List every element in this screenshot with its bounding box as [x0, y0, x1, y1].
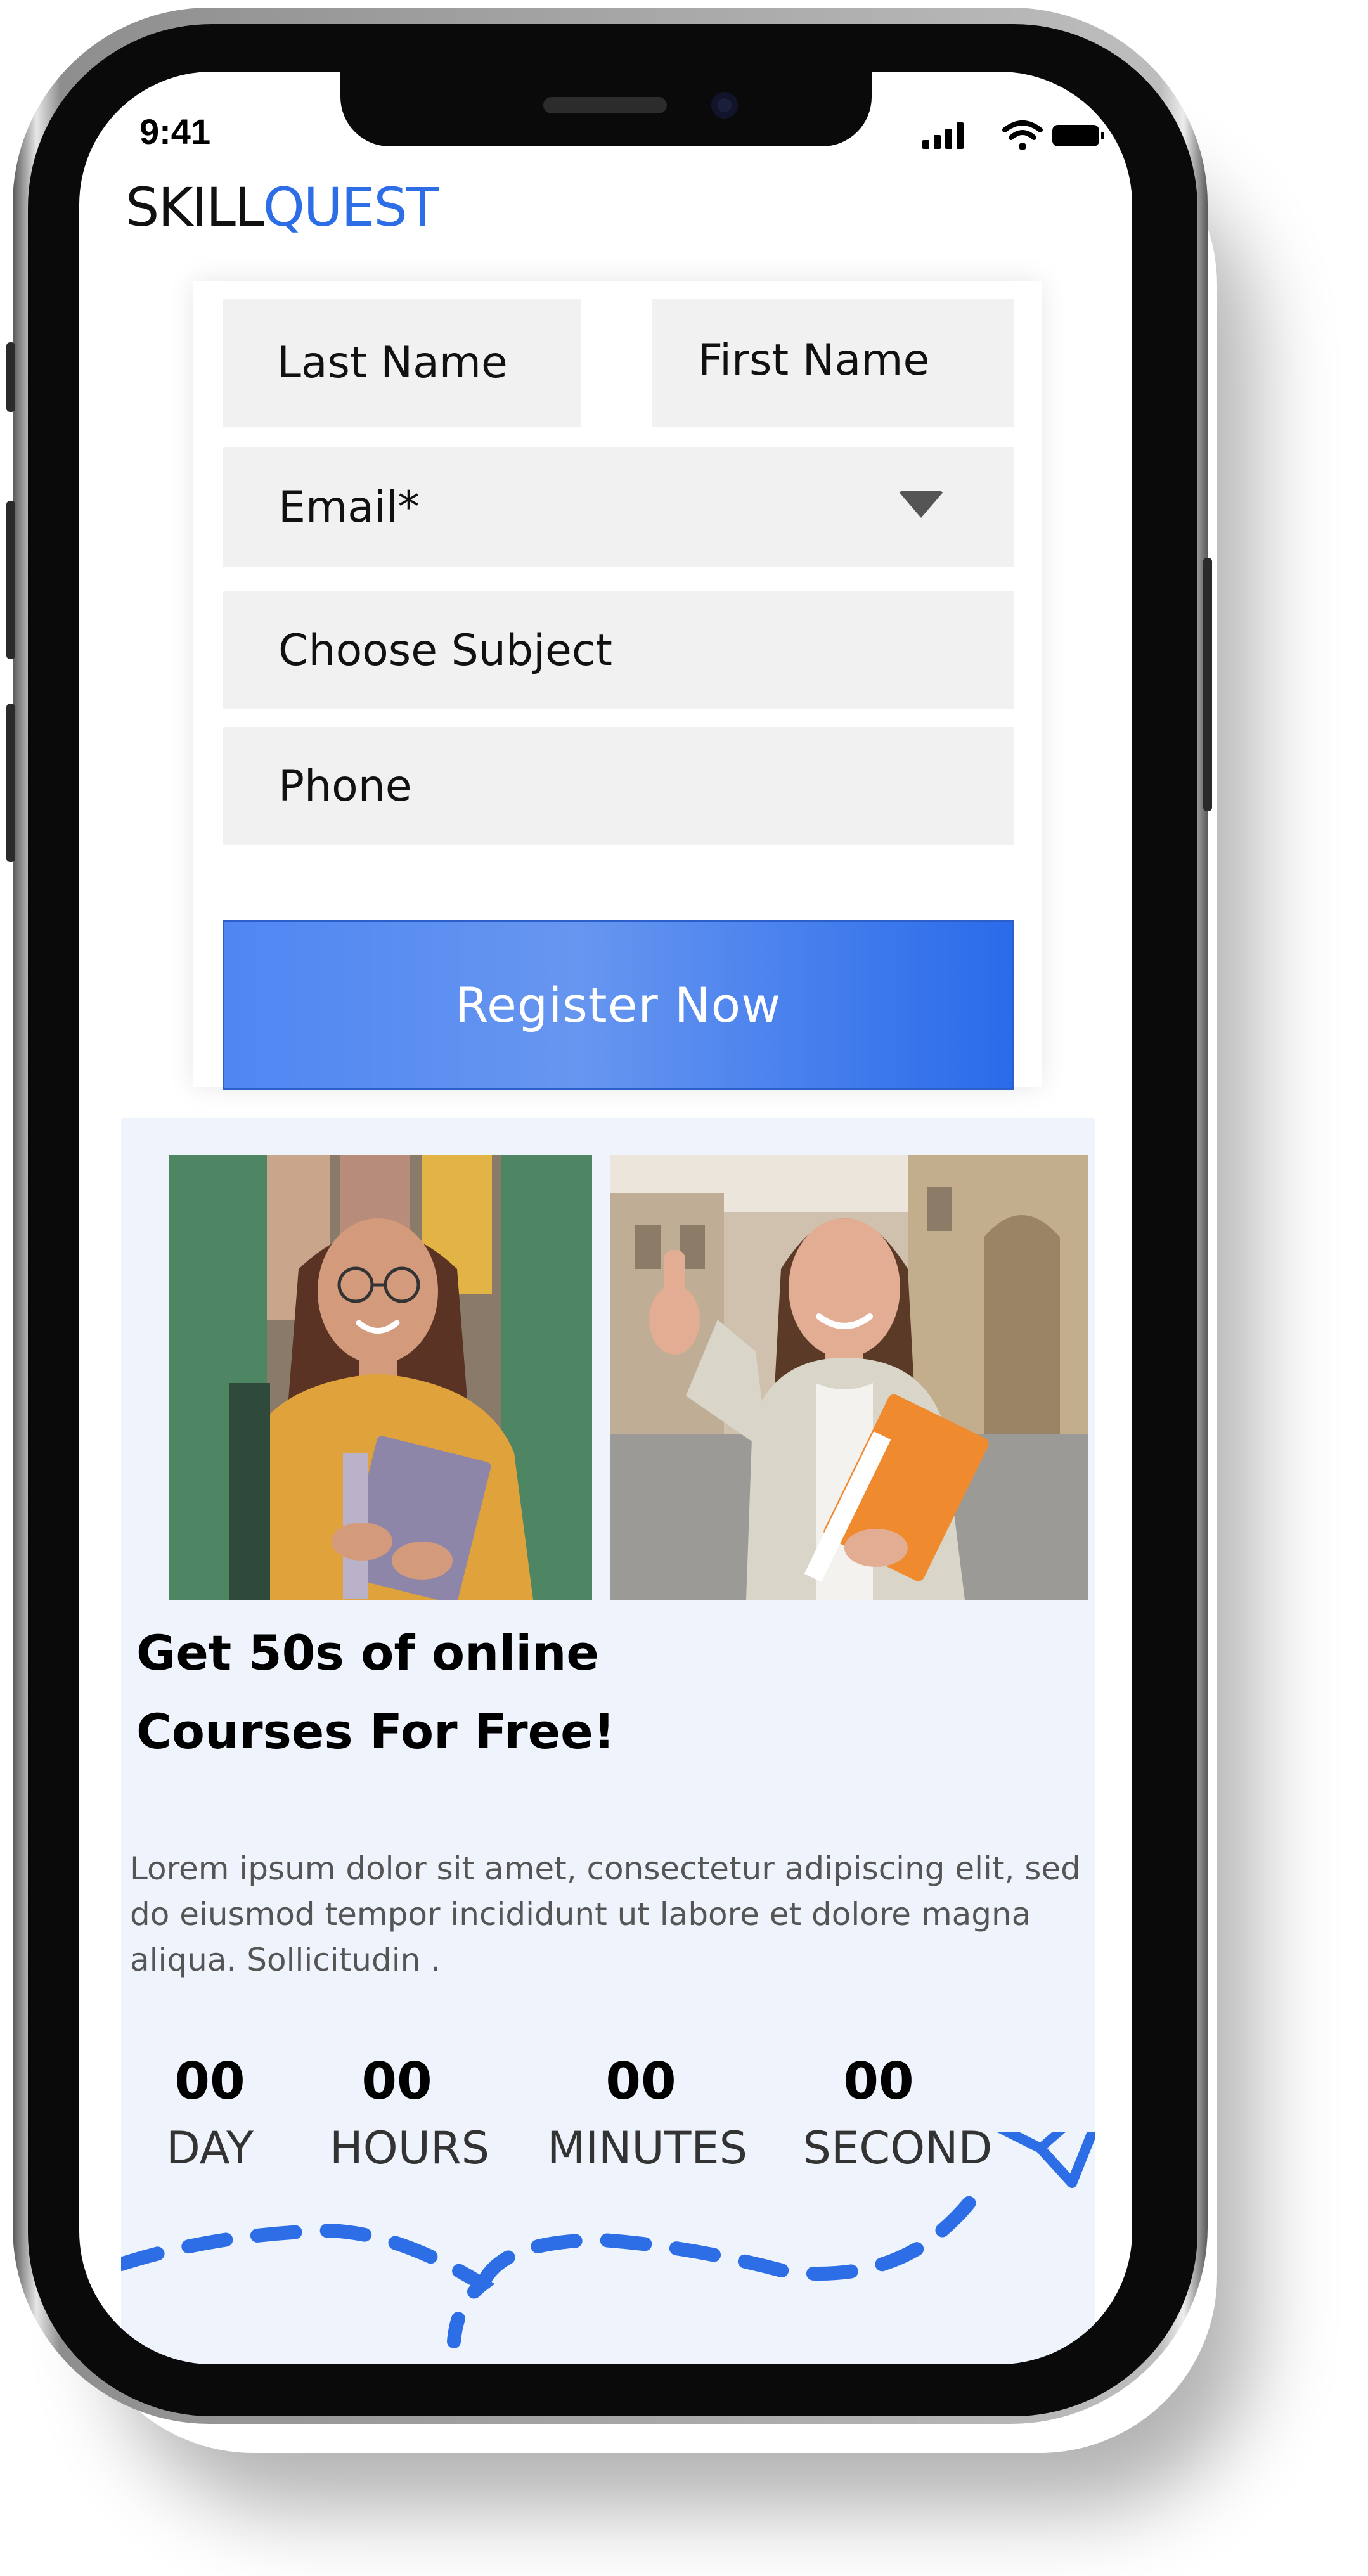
phone-screen: 9:41 SKILLQUEST Last Name First Name Ema… [79, 72, 1132, 2364]
status-icons [922, 120, 1104, 150]
battery-icon [1052, 125, 1104, 146]
brand-part1: SKILL [126, 176, 264, 238]
countdown-second-value: 00 [843, 2052, 914, 2111]
speaker [543, 97, 667, 113]
paper-plane-doodle [121, 2132, 1095, 2348]
wifi-icon [1002, 120, 1043, 150]
phone-label: Phone [278, 761, 412, 811]
student-photo-1 [169, 1155, 592, 1600]
register-button[interactable]: Register Now [223, 920, 1014, 1090]
first-name-label: First Name [698, 335, 930, 385]
silent-switch [6, 342, 15, 412]
promo-section: Get 50s of online Courses For Free! Lore… [121, 1118, 1095, 2364]
countdown-hours-value: 00 [361, 2052, 432, 2111]
power-button [1203, 558, 1212, 811]
status-time: 9:41 [139, 112, 211, 151]
subject-field[interactable]: Choose Subject [223, 591, 1014, 709]
student-photo-2 [610, 1155, 1088, 1600]
email-field[interactable]: Email* [223, 447, 1014, 567]
headline-line2: Courses For Free! [136, 1703, 616, 1760]
chevron-down-icon[interactable] [898, 491, 944, 518]
countdown-day-value: 00 [174, 2052, 245, 2111]
last-name-field[interactable]: Last Name [223, 299, 581, 427]
signal-icon [922, 122, 964, 149]
page: 9:41 SKILLQUEST Last Name First Name Ema… [0, 0, 1368, 2576]
promo-headline: Get 50s of online Courses For Free! [136, 1614, 707, 1771]
notch [340, 72, 872, 146]
brand-part2: QUEST [262, 176, 439, 238]
headline-line1: Get 50s of online [136, 1625, 599, 1681]
volume-down-button [6, 704, 15, 862]
brand-logo[interactable]: SKILLQUEST [126, 176, 439, 238]
first-name-field[interactable]: First Name [652, 299, 1014, 427]
paper-plane-icon [997, 2132, 1095, 2188]
phone-field[interactable]: Phone [223, 727, 1014, 845]
volume-up-button [6, 501, 15, 659]
last-name-label: Last Name [277, 337, 508, 388]
subject-label: Choose Subject [278, 625, 612, 676]
registration-form: Last Name First Name Email* Choose Subje… [193, 281, 1042, 1090]
countdown-minutes-value: 00 [605, 2052, 676, 2111]
email-label: Email* [278, 482, 420, 532]
front-camera [711, 92, 738, 119]
promo-body: Lorem ipsum dolor sit amet, consectetur … [130, 1850, 1081, 1978]
